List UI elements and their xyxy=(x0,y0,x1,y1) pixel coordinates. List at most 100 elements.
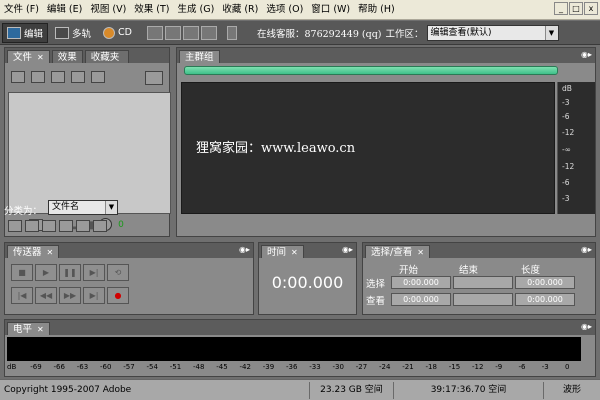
panel-menu-icon[interactable]: ◉▸ xyxy=(342,245,353,254)
waveform-icon xyxy=(7,26,21,39)
workspace-label: 工作区： xyxy=(385,28,424,40)
db-tick: -6 xyxy=(562,178,570,187)
selection-view-panel: 选择/查看 ✕ ◉▸ 开始 结束 长度 选择 查看 0:00.000 0:00.0… xyxy=(362,242,596,315)
close-icon[interactable]: ✕ xyxy=(417,246,424,259)
stop-button[interactable]: ■ xyxy=(11,264,33,281)
close-file-icon[interactable] xyxy=(31,71,45,83)
selection-length-field[interactable]: 0:00.000 xyxy=(515,276,575,289)
tab-effects[interactable]: 效果 xyxy=(51,50,83,63)
tab-main-group[interactable]: 主群组 xyxy=(179,50,220,63)
menu-options[interactable]: 选项 (O) xyxy=(262,1,307,19)
filter-video-icon[interactable] xyxy=(76,220,90,232)
tab-selection-view-label: 选择/查看 xyxy=(371,246,413,258)
level-scale-tick: -60 xyxy=(100,363,112,371)
level-scale-tick: -30 xyxy=(332,363,344,371)
tool-icon[interactable] xyxy=(226,25,237,40)
menu-file[interactable]: 文件 (F) xyxy=(0,1,43,19)
tab-files[interactable]: 文件 ✕ xyxy=(7,50,50,63)
level-scale-tick: -57 xyxy=(123,363,135,371)
play-button[interactable]: ▶ xyxy=(35,264,57,281)
filter-all-icon[interactable] xyxy=(8,220,22,232)
panel-menu-icon[interactable]: ◉▸ xyxy=(581,322,592,331)
cd-view-button[interactable]: CD xyxy=(98,23,137,43)
level-scale-tick: -51 xyxy=(169,363,182,371)
rewind-button[interactable]: ◀◀ xyxy=(35,287,57,304)
tab-level[interactable]: 电平 ✕ xyxy=(7,322,50,335)
tab-time-label: 时间 xyxy=(267,246,287,258)
close-icon[interactable]: ✕ xyxy=(47,246,54,259)
edit-view-button[interactable]: 编辑 xyxy=(2,22,49,43)
db-tick: -6 xyxy=(562,112,570,121)
filter-midi-icon[interactable] xyxy=(59,220,73,232)
insert-icon[interactable] xyxy=(51,71,65,83)
filter-audio-icon[interactable] xyxy=(42,220,56,232)
pause-button[interactable]: ❚❚ xyxy=(59,264,81,281)
menu-window[interactable]: 窗口 (W) xyxy=(307,1,354,19)
maximize-button[interactable]: □ xyxy=(569,2,583,15)
close-button[interactable]: x xyxy=(584,2,598,15)
menu-view[interactable]: 视图 (V) xyxy=(86,1,130,19)
view-end-field[interactable] xyxy=(453,293,513,306)
zoom-navigator-bar[interactable] xyxy=(184,66,558,75)
selection-start-field[interactable]: 0:00.000 xyxy=(391,276,451,289)
tab-transport-label: 传送器 xyxy=(13,246,42,258)
menu-favorites[interactable]: 收藏 (R) xyxy=(218,1,262,19)
level-meter-scale: dB -69 -66 -63 -60 -57 -54 -51 -48 -45 -42 -39 -36 -3… xyxy=(7,362,581,374)
import-icon[interactable] xyxy=(71,71,85,83)
level-scale-tick: -6 xyxy=(518,363,526,371)
level-scale-tick: -36 xyxy=(286,363,298,371)
panel-menu-icon[interactable]: ◉▸ xyxy=(581,245,592,254)
menu-effects[interactable]: 效果 (T) xyxy=(130,1,173,19)
record-button[interactable]: ● xyxy=(107,287,129,304)
time-space-text: 39:17:36.70 空间 xyxy=(394,381,544,399)
loop-play-button[interactable]: ⟲ xyxy=(107,264,129,281)
open-file-icon[interactable] xyxy=(11,71,25,83)
waveform-display[interactable]: 狸窝家园：www.leawo.cn xyxy=(181,82,555,214)
filter-loop-icon[interactable] xyxy=(25,220,39,232)
level-panel-header: 电平 ✕ ◉▸ xyxy=(5,320,595,335)
level-scale-tick: -18 xyxy=(425,363,437,371)
edit-view-label: 编辑 xyxy=(24,28,44,40)
sortby-select[interactable]: 文件名 ▼ xyxy=(48,200,118,215)
layout-four-icon[interactable] xyxy=(200,25,217,40)
close-icon[interactable]: ✕ xyxy=(37,323,44,336)
row-view-label: 查看 xyxy=(366,296,386,307)
level-scale-tick: -63 xyxy=(76,363,89,371)
level-scale-tick: -12 xyxy=(472,363,484,371)
tab-selection-view[interactable]: 选择/查看 ✕ xyxy=(365,245,430,258)
view-length-field[interactable]: 0:00.000 xyxy=(515,293,575,306)
go-to-start-button[interactable]: |◀ xyxy=(11,287,33,304)
multitrack-view-label: 多轨 xyxy=(72,28,92,40)
menu-edit[interactable]: 编辑 (E) xyxy=(43,1,86,19)
go-to-end-button[interactable]: ▶| xyxy=(83,287,105,304)
selection-view-panel-header: 选择/查看 ✕ ◉▸ xyxy=(363,243,595,258)
minimize-button[interactable]: _ xyxy=(554,2,568,15)
close-icon[interactable]: ✕ xyxy=(37,51,44,64)
menu-generate[interactable]: 生成 (G) xyxy=(174,1,219,19)
close-icon[interactable]: ✕ xyxy=(291,246,298,259)
selection-end-field[interactable] xyxy=(453,276,513,289)
time-display: 0:00.000 xyxy=(271,273,344,292)
view-options-icon[interactable] xyxy=(145,71,163,85)
menu-help[interactable]: 帮助 (H) xyxy=(354,1,399,19)
filter-cd-icon[interactable] xyxy=(93,220,107,232)
layout-two-icon[interactable] xyxy=(164,25,181,40)
layout-three-icon[interactable] xyxy=(182,25,199,40)
tab-transport[interactable]: 传送器 ✕ xyxy=(7,245,60,259)
timer-icon[interactable] xyxy=(91,71,105,83)
play-to-end-button[interactable]: ▶| xyxy=(83,264,105,281)
layout-one-icon[interactable] xyxy=(146,25,163,40)
level-scale-tick: 0 xyxy=(565,363,570,371)
tab-favorites[interactable]: 收藏夹 xyxy=(84,50,129,63)
menu-bar: 文件 (F) 编辑 (E) 视图 (V) 效果 (T) 生成 (G) 收藏 (R… xyxy=(0,0,600,20)
view-start-field[interactable]: 0:00.000 xyxy=(391,293,451,306)
panel-menu-icon[interactable]: ◉▸ xyxy=(581,50,592,59)
tab-favorites-label: 收藏夹 xyxy=(90,51,120,63)
file-list[interactable] xyxy=(8,92,171,214)
fast-forward-button[interactable]: ▶▶ xyxy=(59,287,81,304)
workspace-select[interactable]: 编辑查看(默认) ▼ xyxy=(426,24,559,41)
tab-time[interactable]: 时间 ✕ xyxy=(261,245,304,258)
multitrack-view-button[interactable]: 多轨 xyxy=(50,23,96,43)
level-scale-tick: -9 xyxy=(495,363,503,371)
panel-menu-icon[interactable]: ◉▸ xyxy=(239,245,250,254)
